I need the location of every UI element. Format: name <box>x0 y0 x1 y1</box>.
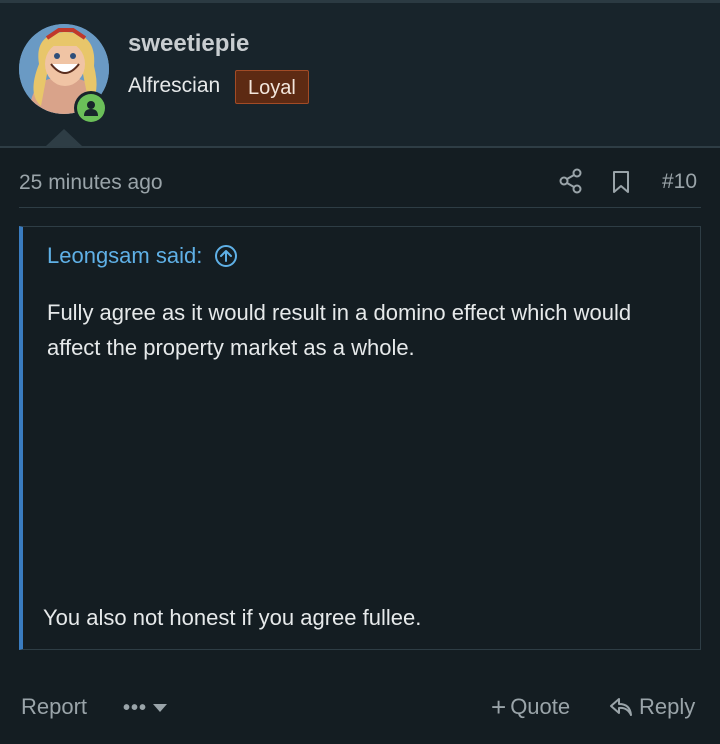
reply-button[interactable]: Reply <box>609 694 695 720</box>
share-icon[interactable] <box>559 168 583 194</box>
bookmark-icon[interactable] <box>611 170 631 194</box>
user-title: Alfrescian <box>128 74 221 97</box>
quote-button-label: Quote <box>510 694 571 719</box>
user-header: sweetiepie Alfrescian Loyal <box>0 3 720 146</box>
quote-attribution[interactable]: Leongsam said: <box>47 243 238 269</box>
meta-divider <box>19 207 701 208</box>
plus-icon: + <box>491 692 507 722</box>
header-pointer <box>46 129 82 146</box>
quote-button[interactable]: + Quote <box>491 694 570 720</box>
chevron-down-icon <box>153 704 168 712</box>
quote-text: Fully agree as it would result in a domi… <box>47 300 632 360</box>
more-options-menu[interactable]: ••• <box>123 694 168 722</box>
post-number[interactable]: #10 <box>662 170 697 194</box>
online-status-badge <box>74 91 108 125</box>
quote-author[interactable]: Leongsam said: <box>47 243 202 269</box>
report-link[interactable]: Report <box>21 694 87 720</box>
quote-block: Leongsam said: Fully agree as it would r… <box>19 226 701 650</box>
jump-to-quote-icon[interactable] <box>214 244 238 268</box>
more-dots-icon: ••• <box>123 697 148 719</box>
user-banner: Loyal <box>235 70 309 104</box>
online-status-icon <box>77 94 105 122</box>
post-timestamp[interactable]: 25 minutes ago <box>19 171 163 195</box>
reply-button-label: Reply <box>639 694 696 719</box>
username[interactable]: sweetiepie <box>128 30 249 58</box>
header-divider <box>0 146 720 148</box>
post-body-text: You also not honest if you agree fullee. <box>43 605 422 630</box>
reply-icon <box>610 698 632 716</box>
post-page: sweetiepie Alfrescian Loyal 25 minutes a… <box>0 0 720 744</box>
